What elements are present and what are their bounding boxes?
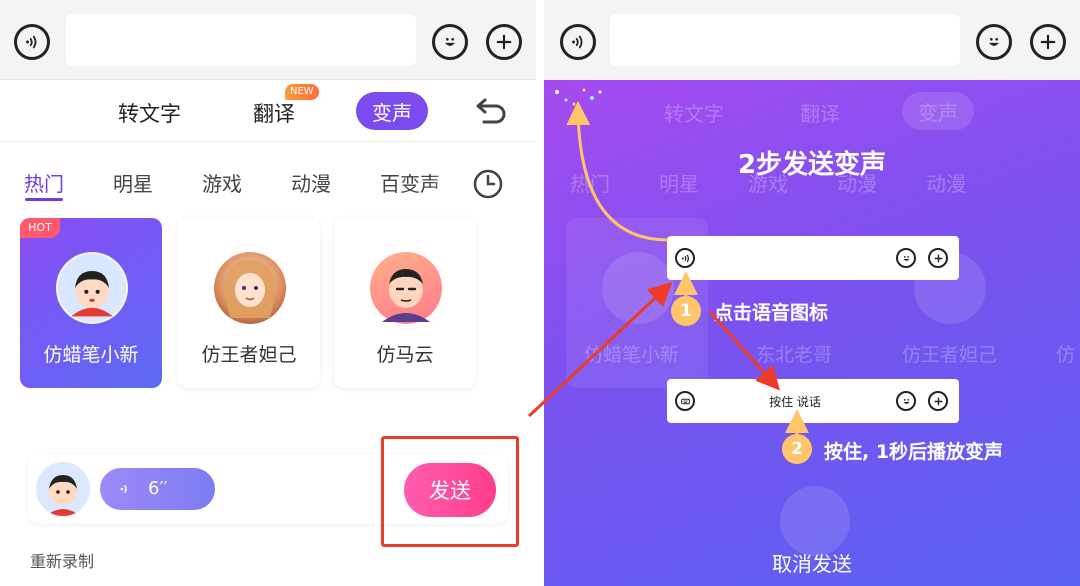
category-fade — [430, 150, 470, 200]
voice-icon-button[interactable] — [560, 24, 596, 60]
voice-card-crayon-shin[interactable]: HOT 仿蜡笔小新 — [20, 218, 162, 388]
ghost-avatar — [602, 252, 674, 324]
message-input[interactable] — [610, 14, 960, 66]
ghost-avatar — [780, 486, 850, 556]
keyboard-icon — [675, 391, 695, 411]
voice-icon-button[interactable] — [14, 24, 50, 60]
cartoon-boy-avatar — [46, 475, 80, 516]
voice-card-name: 仿马云 — [376, 344, 434, 366]
voice-card-daji[interactable]: 仿王者妲己 — [178, 218, 320, 388]
new-badge: NEW — [285, 84, 319, 100]
ghost-card-name: 仿王者妲己 — [902, 344, 998, 366]
plus-icon — [928, 248, 948, 268]
smiley-icon — [896, 248, 916, 268]
plus-icon — [1040, 34, 1056, 50]
emoji-button[interactable] — [432, 24, 468, 60]
smiley-icon — [896, 391, 916, 411]
voice-icon — [572, 35, 583, 49]
ghost-card-name: 东北老哥 — [756, 344, 833, 366]
tab-translate[interactable]: 翻译 — [253, 98, 295, 128]
right-panel: 转文字 翻译 变声 热门 明星 游戏 动漫 动漫 仿蜡笔小新 东北老哥 仿王者妲… — [544, 0, 1080, 586]
message-input[interactable] — [66, 14, 416, 66]
plus-icon — [928, 391, 948, 411]
voice-message-bubble[interactable]: 6′′ — [100, 468, 215, 510]
voice-card-name: 仿王者妲己 — [201, 344, 297, 366]
left-panel: 转文字 翻译 NEW 变声 热门 明星 游戏 动漫 百变声 HOT 仿蜡笔小新 — [0, 0, 536, 586]
emoji-button[interactable] — [976, 24, 1012, 60]
category-hot[interactable]: 热门 — [24, 168, 64, 197]
history-clock-icon[interactable] — [472, 168, 504, 200]
avatar — [56, 252, 128, 324]
ghost-card-name: 仿蜡笔小新 — [584, 344, 680, 366]
add-button[interactable] — [486, 24, 522, 60]
category-underline — [25, 198, 63, 201]
voice-icon — [26, 35, 37, 49]
smiley-icon — [989, 37, 999, 46]
demo-text-field — [705, 242, 883, 274]
voice-duration: 6′′ — [148, 478, 168, 499]
step-2-badge: 2 — [782, 434, 812, 464]
input-toolbar — [0, 0, 536, 80]
ghost-tab-to-text: 转文字 — [664, 102, 724, 126]
step-1-badge: 1 — [671, 296, 701, 326]
tab-to-text[interactable]: 转文字 — [118, 98, 181, 128]
tab-voice-change[interactable]: 变声 — [356, 92, 428, 130]
demo-input-bar-step1 — [667, 236, 959, 280]
input-toolbar — [544, 0, 1080, 80]
hot-badge: HOT — [20, 218, 60, 238]
voice-icon — [675, 248, 695, 268]
category-stars[interactable]: 明星 — [113, 168, 153, 197]
step-1-text: 点击语音图标 — [714, 302, 829, 324]
plus-icon — [496, 34, 512, 50]
ghost-tab-voice-change: 变声 — [902, 92, 974, 130]
avatar — [370, 252, 442, 324]
smiley-icon — [445, 37, 455, 46]
mode-bar: 转文字 翻译 NEW 变声 — [0, 82, 536, 142]
tutorial-heading: 2步发送变声 — [737, 150, 887, 180]
user-avatar — [36, 462, 90, 516]
voice-card-jack-ma[interactable]: 仿马云 — [334, 218, 476, 388]
hold-to-talk-button: 按住 说话 — [707, 385, 883, 417]
cancel-send-button[interactable]: 取消发送 — [544, 548, 1080, 577]
add-button[interactable] — [1030, 24, 1066, 60]
game-heroine-avatar — [224, 260, 276, 318]
category-games[interactable]: 游戏 — [202, 168, 242, 197]
ghost-tab-translate: 翻译 — [800, 102, 840, 126]
ghost-card-name: 仿 — [1056, 344, 1076, 366]
category-anime[interactable]: 动漫 — [291, 168, 331, 197]
avatar — [214, 252, 286, 324]
cartoon-boy-avatar — [71, 271, 113, 317]
voice-card-name: 仿蜡笔小新 — [43, 344, 139, 366]
cartoon-man-avatar — [382, 269, 430, 322]
voice-wave-icon — [120, 485, 127, 493]
rerecord-button[interactable]: 重新录制 — [30, 548, 94, 572]
send-highlight-box — [381, 436, 519, 547]
undo-icon[interactable] — [472, 96, 508, 126]
step-2-text: 按住, 1秒后播放变声 — [824, 441, 1004, 463]
demo-input-bar-step2: 按住 说话 — [667, 379, 959, 423]
